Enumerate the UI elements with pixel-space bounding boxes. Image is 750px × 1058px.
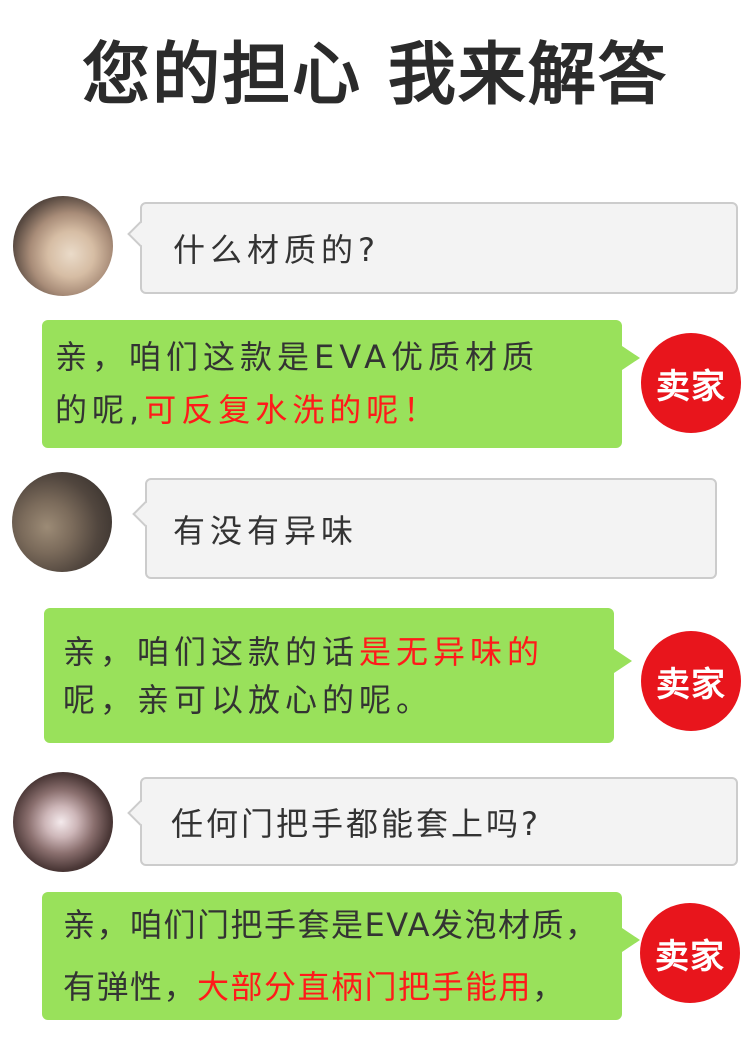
- bubble-tail: [614, 649, 632, 673]
- message-line: 亲，咱们门把手套是EVA发泡材质，: [63, 894, 622, 956]
- buyer-message-bubble: 有没有异味: [132, 478, 717, 579]
- page-title: 您的担心 我来解答: [82, 36, 668, 115]
- message-highlight-text: 可反复水洗的呢！: [144, 391, 441, 429]
- seller-reply-bubble: 亲，咱们这款的话是无异味的 呢，亲可以放心的呢。: [44, 608, 632, 743]
- message-text: 什么材质的?: [173, 231, 380, 269]
- message-line: 什么材质的?: [173, 225, 736, 271]
- message-line: 亲，咱们这款的话是无异味的: [63, 628, 614, 676]
- message-text: 任何门把手都能套上吗?: [171, 804, 541, 843]
- message-line: 的呢,可反复水洗的呢！: [55, 384, 622, 437]
- bubble-tail: [127, 800, 153, 826]
- bubble-tail: [132, 501, 158, 527]
- message-line: 亲，咱们这款是EVA优质材质: [55, 331, 622, 384]
- message-line: 任何门把手都能套上吗?: [171, 799, 736, 845]
- message-text: 有弹性，: [63, 968, 198, 1006]
- seller-badge: 卖家: [641, 631, 741, 731]
- message-text: 亲，咱们这款是EVA优质材质: [55, 338, 539, 376]
- message-line: 呢，亲可以放心的呢。: [63, 676, 614, 724]
- bubble-tail: [622, 928, 640, 952]
- message-highlight-text: 是无异味的: [359, 632, 545, 671]
- message-text: 亲，咱们门把手套是EVA发泡材质，: [63, 906, 599, 944]
- message-highlight-text: 大部分直柄门把手能用: [197, 968, 533, 1006]
- message-line: 有没有异味: [173, 506, 715, 552]
- message-text: 有没有异味: [173, 511, 359, 550]
- message-text: 的呢,: [55, 391, 145, 429]
- buyer-avatar: [12, 472, 112, 572]
- buyer-avatar: [13, 196, 113, 296]
- seller-reply-bubble: 亲，咱们这款是EVA优质材质 的呢,可反复水洗的呢！: [42, 320, 640, 448]
- message-text: ，: [532, 968, 566, 1006]
- seller-badge: 卖家: [640, 903, 740, 1003]
- buyer-avatar: [13, 772, 113, 872]
- buyer-message-bubble: 什么材质的?: [127, 202, 738, 294]
- message-text: 亲，咱们这款的话: [63, 632, 360, 671]
- seller-badge: 卖家: [641, 333, 741, 433]
- bubble-tail: [127, 221, 153, 247]
- message-text: 呢，亲可以放心的呢。: [63, 680, 434, 719]
- bubble-tail: [622, 346, 640, 370]
- buyer-message-bubble: 任何门把手都能套上吗?: [127, 777, 738, 866]
- message-line: 有弹性，大部分直柄门把手能用，: [63, 956, 622, 1018]
- seller-reply-bubble: 亲，咱们门把手套是EVA发泡材质， 有弹性，大部分直柄门把手能用，: [42, 892, 640, 1020]
